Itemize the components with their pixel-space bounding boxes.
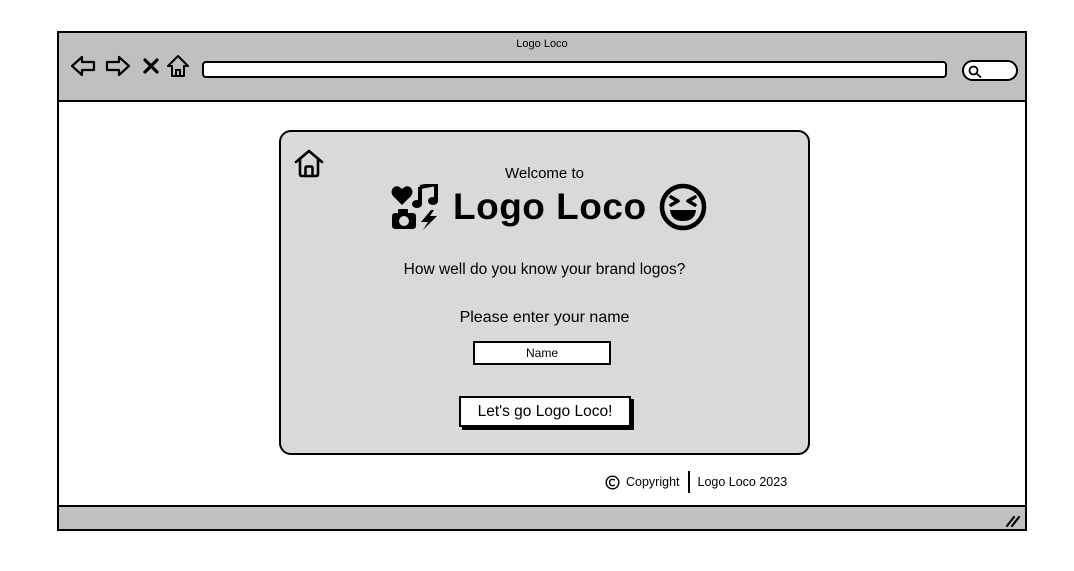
- copyright-icon: [605, 474, 620, 490]
- laughing-face-icon: [659, 183, 706, 231]
- welcome-text: Welcome to: [505, 165, 584, 182]
- browser-window: Logo Loco Welcome to Logo Loco How well …: [57, 31, 1027, 531]
- brand-name: Logo Loco: [453, 186, 647, 227]
- footer-divider: [687, 471, 690, 493]
- brand-header: Logo Loco: [391, 182, 707, 232]
- window-title: Logo Loco: [516, 38, 568, 50]
- forward-button[interactable]: [105, 53, 131, 79]
- arrow-left-icon: [70, 55, 96, 77]
- home-icon: [167, 55, 189, 77]
- stop-button[interactable]: [138, 53, 164, 79]
- copyright-label: Copyright: [626, 475, 680, 489]
- tagline: How well do you know your brand logos?: [403, 261, 686, 278]
- close-icon: [143, 58, 159, 74]
- name-input[interactable]: [473, 341, 611, 365]
- search-field[interactable]: [962, 60, 1018, 81]
- start-button[interactable]: Let's go Logo Loco!: [459, 396, 631, 427]
- copyright-owner: Logo Loco 2023: [697, 475, 788, 489]
- address-bar[interactable]: [202, 61, 947, 78]
- welcome-card: Welcome to Logo Loco How well do you kno…: [279, 130, 810, 455]
- browser-toolbar: Logo Loco: [59, 33, 1025, 102]
- resize-grip-icon[interactable]: [1005, 513, 1021, 527]
- footer: Copyright Logo Loco 2023: [605, 471, 787, 493]
- back-button[interactable]: [70, 53, 96, 79]
- home-button[interactable]: [165, 53, 191, 79]
- search-icon: [968, 65, 982, 78]
- status-bar: [59, 505, 1025, 529]
- name-prompt: Please enter your name: [459, 309, 630, 326]
- arrow-right-icon: [105, 55, 131, 77]
- media-collage-icon: [391, 184, 438, 230]
